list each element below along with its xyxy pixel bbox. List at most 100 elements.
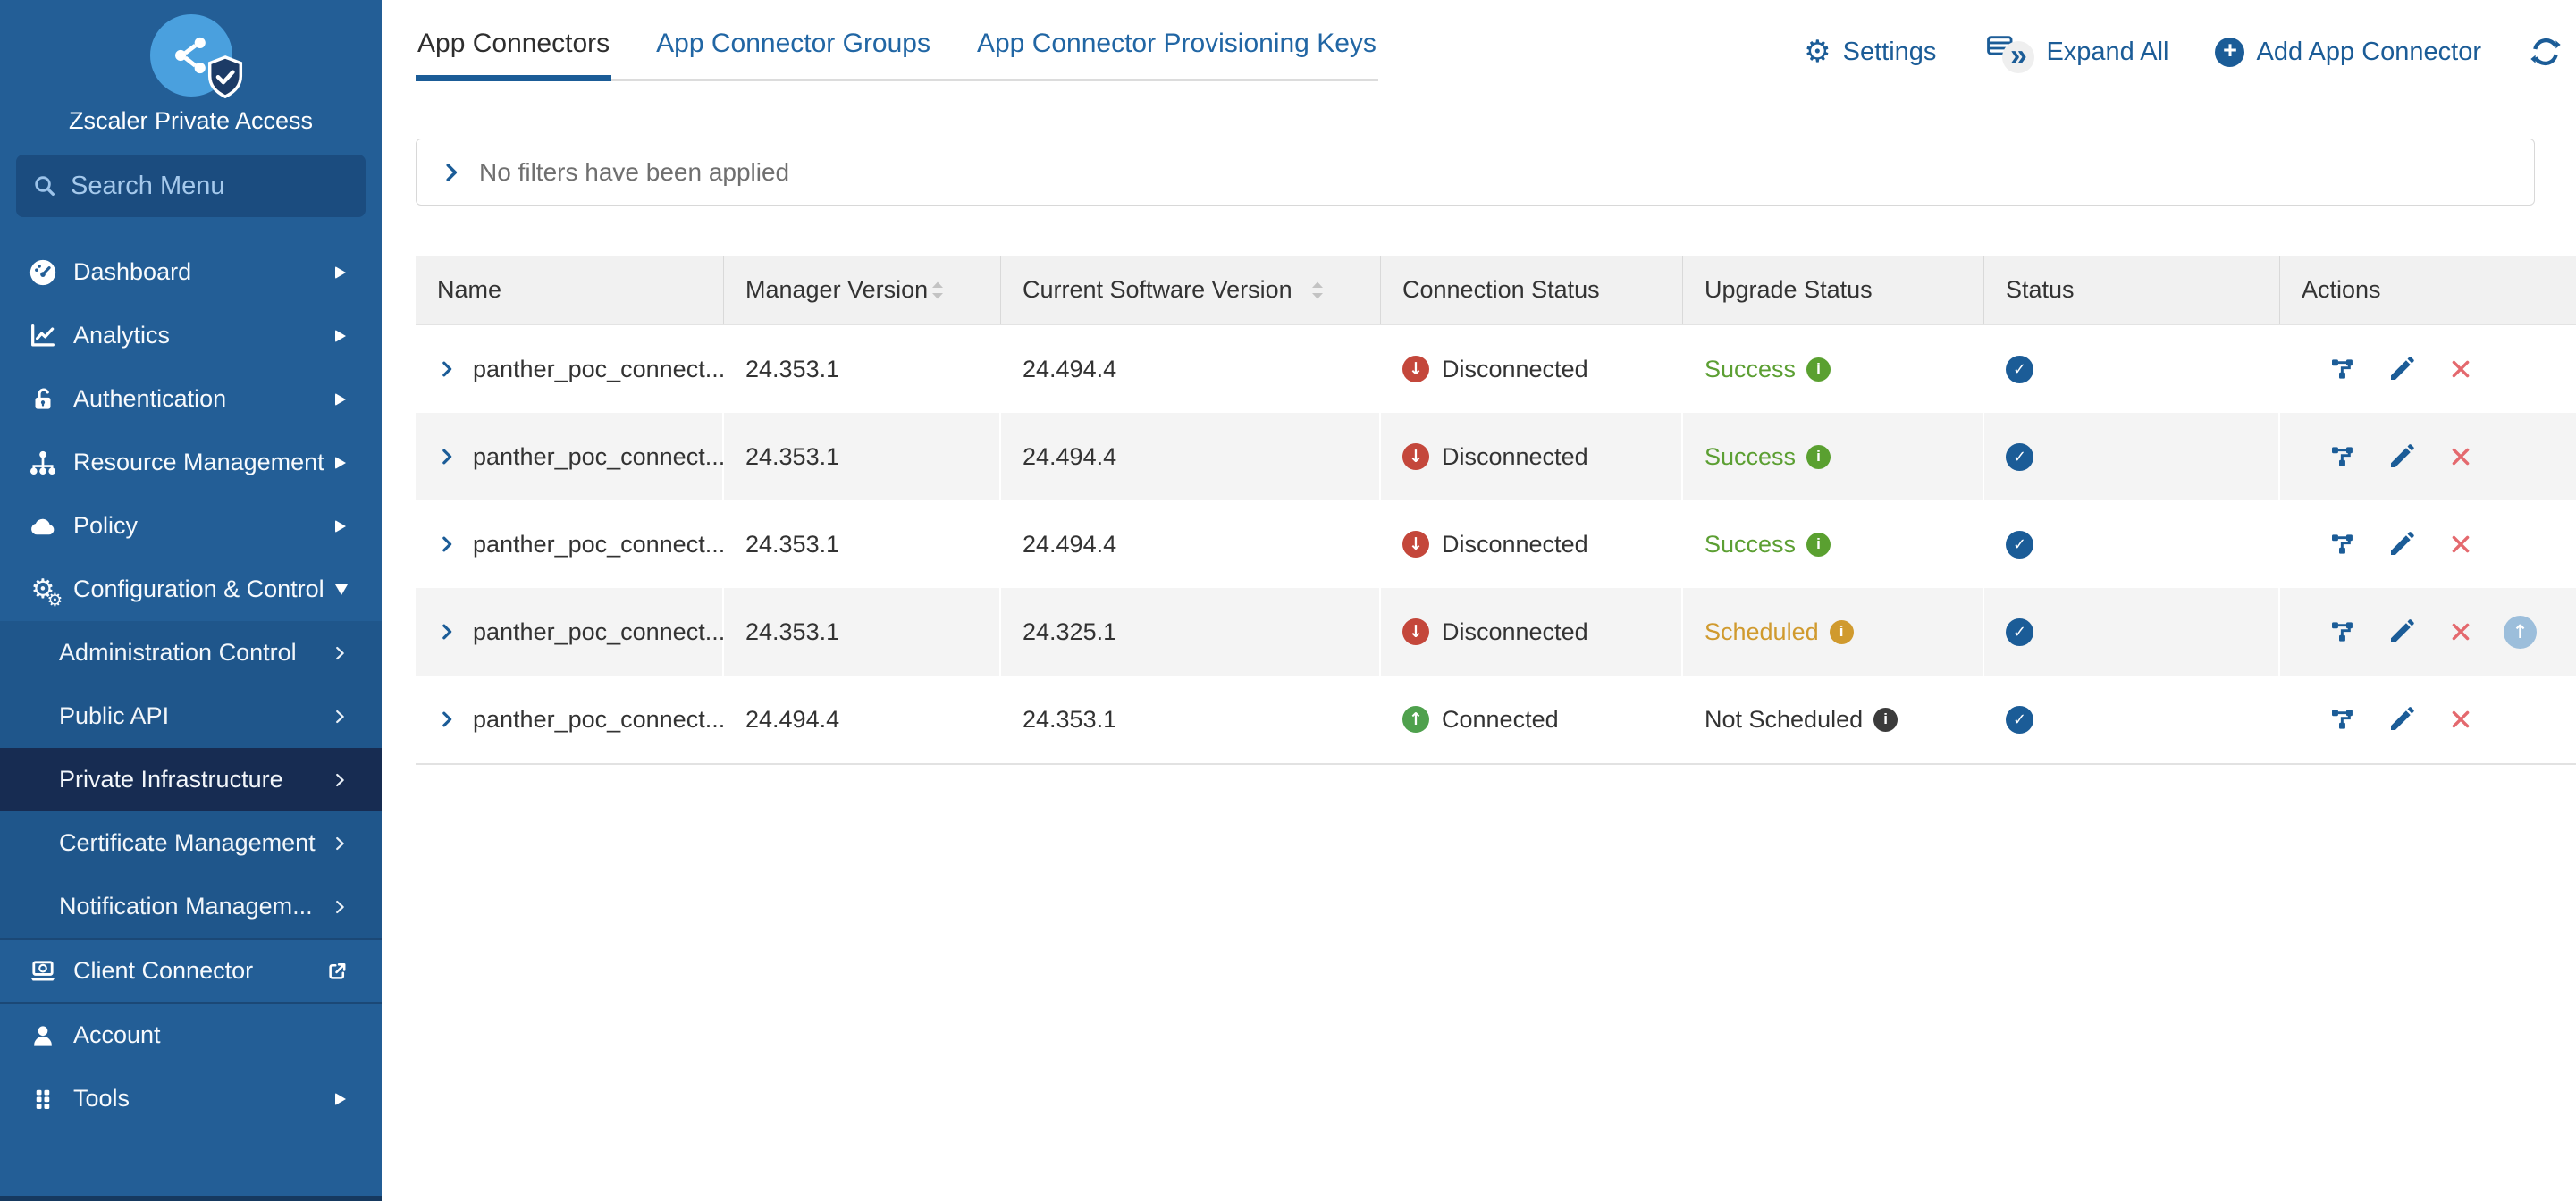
- toolbar: ⚙ Settings » Expand All + Add App Connec…: [1804, 21, 2563, 71]
- current-software-version: 24.494.4: [1001, 500, 1381, 588]
- configuration-submenu: Administration Control Public API Privat…: [0, 621, 382, 940]
- sidebar-item-policy[interactable]: Policy: [0, 494, 382, 558]
- chevron-right-icon: [335, 457, 346, 469]
- connector-group-icon[interactable]: [2327, 530, 2359, 559]
- sidebar-item-label: Policy: [73, 512, 138, 540]
- sidebar-subitem-label: Public API: [59, 702, 169, 730]
- plus-circle-icon: +: [2215, 38, 2244, 67]
- connection-status: Disconnected: [1442, 618, 1588, 646]
- sidebar-subitem-administration-control[interactable]: Administration Control: [0, 621, 382, 684]
- table-header-row: Name Manager Version Current Software Ve…: [416, 256, 2576, 325]
- sidebar-item-client-connector[interactable]: Client Connector: [0, 940, 382, 1004]
- tab-app-connector-groups[interactable]: App Connector Groups: [654, 21, 932, 79]
- chevron-right-icon: [330, 897, 349, 917]
- column-header-current-software-version[interactable]: Current Software Version: [1001, 256, 1381, 324]
- sidebar-item-label: Analytics: [73, 322, 170, 349]
- info-icon[interactable]: i: [1806, 445, 1831, 469]
- page-header: App Connectors App Connector Groups App …: [416, 21, 2576, 81]
- delete-icon[interactable]: [2445, 445, 2477, 468]
- expand-all-button[interactable]: » Expand All: [1983, 32, 2168, 71]
- connector-name: panther_poc_connect...: [473, 531, 725, 559]
- connector-name: panther_poc_connect...: [473, 618, 725, 646]
- chevron-right-icon: [330, 834, 349, 853]
- edit-icon[interactable]: [2386, 355, 2418, 383]
- info-icon[interactable]: i: [1806, 533, 1831, 557]
- gear-icon: ⚙: [1804, 37, 1831, 67]
- edit-icon[interactable]: [2386, 442, 2418, 471]
- column-header-status[interactable]: Status: [1984, 256, 2280, 324]
- info-icon[interactable]: i: [1806, 357, 1831, 382]
- chevron-right-icon: [335, 330, 346, 342]
- filter-bar[interactable]: No filters have been applied: [416, 139, 2535, 206]
- manager-version: 24.353.1: [724, 413, 1001, 500]
- edit-icon[interactable]: [2386, 617, 2418, 646]
- info-icon[interactable]: i: [1830, 620, 1854, 644]
- sidebar: Zscaler Private Access Search Menu Dashb…: [0, 0, 382, 1201]
- edit-icon[interactable]: [2386, 705, 2418, 734]
- sidebar-item-label: Account: [73, 1021, 161, 1049]
- refresh-button[interactable]: [2528, 34, 2563, 70]
- logo-block: Zscaler Private Access: [0, 0, 382, 135]
- shield-check-icon: [206, 55, 245, 100]
- delete-icon[interactable]: [2445, 708, 2477, 731]
- sidebar-item-resource-management[interactable]: Resource Management: [0, 431, 382, 494]
- tab-app-connectors[interactable]: App Connectors: [416, 21, 611, 79]
- info-icon[interactable]: i: [1873, 708, 1898, 732]
- manager-version: 24.494.4: [724, 676, 1001, 763]
- sort-icon[interactable]: [929, 279, 947, 302]
- tab-bar: App Connectors App Connector Groups App …: [416, 21, 1378, 81]
- column-header-connection-status[interactable]: Connection Status: [1381, 256, 1683, 324]
- sidebar-item-label: Authentication: [73, 385, 226, 413]
- expand-row-icon[interactable]: [437, 534, 457, 554]
- sidebar-subitem-certificate-management[interactable]: Certificate Management: [0, 811, 382, 875]
- delete-icon[interactable]: [2445, 620, 2477, 643]
- chart-line-icon: [25, 321, 61, 351]
- expand-row-icon[interactable]: [437, 359, 457, 379]
- search-menu-input[interactable]: Search Menu: [16, 155, 366, 217]
- sidebar-item-dashboard[interactable]: Dashboard: [0, 240, 382, 304]
- expand-row-icon[interactable]: [437, 447, 457, 466]
- sidebar-item-authentication[interactable]: Authentication: [0, 367, 382, 431]
- edit-icon[interactable]: [2386, 530, 2418, 559]
- sidebar-item-account[interactable]: Account: [0, 1004, 382, 1067]
- column-header-name[interactable]: Name: [416, 256, 724, 324]
- search-placeholder: Search Menu: [71, 172, 225, 201]
- current-software-version: 24.353.1: [1001, 676, 1381, 763]
- sort-icon[interactable]: [1309, 279, 1326, 302]
- table-row: panther_poc_connect... 24.353.1 24.494.4…: [416, 325, 2576, 413]
- connector-group-icon[interactable]: [2327, 442, 2359, 471]
- connector-group-icon[interactable]: [2327, 705, 2359, 734]
- sidebar-nav: Dashboard Analytics Au: [0, 240, 382, 1130]
- sidebar-subitem-private-infrastructure[interactable]: Private Infrastructure: [0, 748, 382, 811]
- search-icon: [32, 173, 57, 198]
- current-software-version: 24.494.4: [1001, 325, 1381, 413]
- expand-row-icon[interactable]: [437, 710, 457, 729]
- connection-status: Disconnected: [1442, 443, 1588, 471]
- connector-group-icon[interactable]: [2327, 355, 2359, 383]
- sidebar-item-analytics[interactable]: Analytics: [0, 304, 382, 367]
- delete-icon[interactable]: [2445, 357, 2477, 381]
- chevron-right-icon: [335, 393, 346, 406]
- chevron-right-icon: [440, 161, 463, 184]
- laptop-icon: [25, 956, 61, 987]
- expand-row-icon[interactable]: [437, 622, 457, 642]
- grid-dots-icon: [25, 1085, 61, 1113]
- tab-app-connector-provisioning-keys[interactable]: App Connector Provisioning Keys: [975, 21, 1378, 79]
- delete-icon[interactable]: [2445, 533, 2477, 556]
- connector-group-icon[interactable]: [2327, 617, 2359, 646]
- add-app-connector-button[interactable]: + Add App Connector: [2215, 38, 2481, 67]
- status-enabled-icon: ✓: [2006, 706, 2033, 734]
- sidebar-subitem-notification-management[interactable]: Notification Managem...: [0, 875, 382, 938]
- chevron-right-icon: [335, 266, 346, 279]
- zscaler-logo: [150, 14, 232, 97]
- gears-icon: ⚙ ⚙: [25, 576, 61, 603]
- upgrade-now-icon[interactable]: ↑: [2504, 616, 2537, 649]
- connector-name: panther_poc_connect...: [473, 443, 725, 471]
- sidebar-item-tools[interactable]: Tools: [0, 1067, 382, 1130]
- filter-status-text: No filters have been applied: [479, 158, 789, 187]
- sidebar-subitem-public-api[interactable]: Public API: [0, 684, 382, 748]
- sidebar-item-configuration-control[interactable]: ⚙ ⚙ Configuration & Control: [0, 558, 382, 621]
- column-header-manager-version[interactable]: Manager Version: [724, 256, 1001, 324]
- column-header-upgrade-status[interactable]: Upgrade Status: [1683, 256, 1984, 324]
- settings-button[interactable]: ⚙ Settings: [1804, 37, 1936, 67]
